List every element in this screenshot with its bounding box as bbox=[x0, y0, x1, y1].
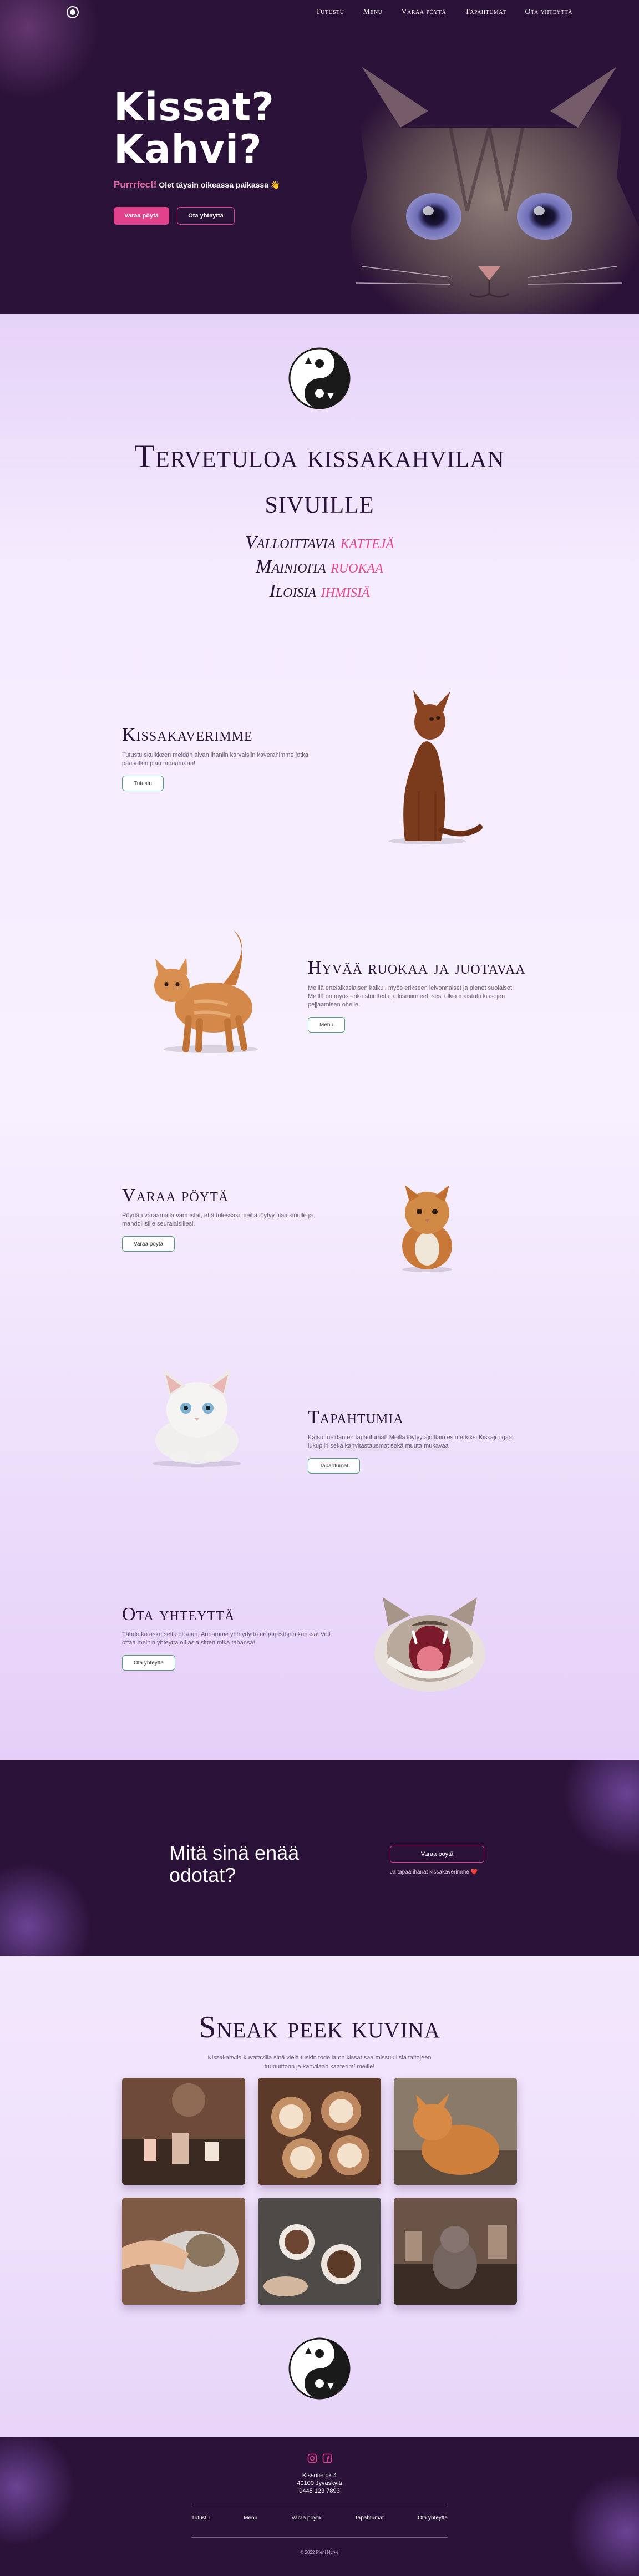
feature-ota-yhteytta: Ota yhteyttä Tähdotko asketselta olisaan… bbox=[122, 1604, 333, 1671]
hero-subtitle-highlight: Purrrfect! bbox=[114, 179, 157, 190]
welcome-tagline: Valloittavia kattejä Mainioita ruokaa Il… bbox=[0, 530, 639, 604]
copyright: © 2022 Pieni Nyrke bbox=[300, 2550, 339, 2555]
gallery-photo-latte-art[interactable] bbox=[258, 2078, 381, 2185]
hero-subtitle-rest: Olet täysin oikeassa paikassa 👋 bbox=[159, 180, 281, 189]
footer: Kissotie pk 4 40100 Jyväskylä 0445 123 7… bbox=[0, 2437, 639, 2576]
feature-title: Ota yhteyttä bbox=[122, 1604, 235, 1624]
feature-button-tapahtumat[interactable]: Tapahtumat bbox=[308, 1458, 361, 1474]
nav-link-varaa-poyta[interactable]: Varaa pöytä bbox=[401, 8, 446, 17]
top-nav: Tutustu Menu Varaa pöytä Tapahtumat Ota … bbox=[0, 0, 639, 24]
hero-text: Kissat? Kahvi? Purrrfect! Olet täysin oi… bbox=[114, 86, 280, 225]
hero-title: Kissat? Kahvi? bbox=[114, 86, 280, 170]
footer-link-tutustu[interactable]: Tutustu bbox=[191, 2515, 210, 2521]
nav-link-tapahtumat[interactable]: Tapahtumat bbox=[465, 8, 506, 17]
feature-text: Tähdotko asketselta olisaan, Annamme yht… bbox=[122, 1631, 331, 1646]
feature-title: Tapahtumia bbox=[308, 1407, 404, 1428]
cta-book-table-button[interactable]: Varaa pöytä bbox=[390, 1846, 484, 1863]
feature-title: Varaa pöytä bbox=[122, 1185, 229, 1206]
nav-link-menu[interactable]: Menu bbox=[363, 8, 382, 17]
feature-button-tutustu[interactable]: Tutustu bbox=[122, 776, 164, 791]
footer-link-varaa-poyta[interactable]: Varaa pöytä bbox=[291, 2515, 321, 2521]
feature-button-ota-yhteytta[interactable]: Ota yhteyttä bbox=[122, 1655, 175, 1671]
fluffy-orange-cat-image bbox=[402, 1185, 452, 1272]
footer-link-tapahtumat[interactable]: Tapahtumat bbox=[355, 2515, 384, 2521]
footer-link-menu[interactable]: Menu bbox=[244, 2515, 257, 2521]
tagline-line: Mainioita ruokaa bbox=[0, 555, 639, 579]
cta-title: Mitä sinä enää odotat? bbox=[169, 1842, 299, 1886]
hero-section: Kissat? Kahvi? Purrrfect! Olet täysin oi… bbox=[0, 0, 639, 314]
tagline-line: Valloittavia kattejä bbox=[0, 530, 639, 555]
gallery-description-line: tuunuittoon ja kahvilaan kaaterim! meill… bbox=[264, 2063, 375, 2070]
cta-title-line1: Mitä sinä enää bbox=[169, 1841, 300, 1864]
gallery-photo-coffee-table[interactable] bbox=[258, 2198, 381, 2305]
hero-buttons: Varaa pöytä Ota yhteyttä bbox=[114, 207, 280, 225]
feature-text: Tutustu skuikkeen meidän aivan ihaniin k… bbox=[122, 752, 308, 767]
gallery-description: Kissakahvila kuvatavilla sinä vielä tusk… bbox=[0, 2053, 639, 2071]
feature-button-menu[interactable]: Menu bbox=[308, 1017, 346, 1033]
hero-title-line1: Kissat? bbox=[114, 84, 275, 130]
cta-glow-left bbox=[0, 1860, 94, 1956]
cta-glow-right bbox=[560, 1760, 639, 1860]
social-links bbox=[307, 2453, 333, 2464]
tagline-highlight: ruokaa bbox=[331, 556, 383, 577]
feature-button-varaa-poyta[interactable]: Varaa pöytä bbox=[122, 1236, 175, 1252]
hero-title-line2: Kahvi? bbox=[114, 126, 262, 172]
address-line: 40100 Jyväskylä bbox=[297, 2480, 342, 2487]
phone-number: 0445 123 7893 bbox=[299, 2488, 340, 2494]
cta-section: Mitä sinä enää odotat? Varaa pöytä Ja ta… bbox=[0, 1760, 639, 1956]
hero-book-table-button[interactable]: Varaa pöytä bbox=[114, 207, 169, 225]
footer-link-ota-yhteytta[interactable]: Ota yhteyttä bbox=[418, 2515, 448, 2521]
gallery-photo-hand-petting-cat[interactable] bbox=[122, 2198, 245, 2305]
hero-cat-image bbox=[351, 55, 639, 314]
gallery-title: Sneak peek kuvina bbox=[199, 2010, 440, 2044]
ginger-cat-image bbox=[154, 930, 258, 1053]
tagline-highlight: ihmisiä bbox=[321, 581, 370, 601]
cta-title-line2: odotat? bbox=[169, 1864, 236, 1886]
cta-actions: Varaa pöytä Ja tapaa ihanat kissakaverim… bbox=[390, 1846, 484, 1875]
yawning-cat-image bbox=[374, 1597, 485, 1692]
logo-icon[interactable] bbox=[67, 6, 79, 18]
hero-subtitle: Purrrfect! Olet täysin oikeassa paikassa… bbox=[114, 179, 280, 190]
tagline-highlight: kattejä bbox=[340, 532, 394, 553]
feature-title: Kissakaverimme bbox=[122, 725, 253, 745]
cta-note: Ja tapaa ihanat kissakaverimme ❤️ bbox=[390, 1869, 478, 1875]
tagline-text: Iloisia bbox=[269, 581, 321, 601]
instagram-icon[interactable] bbox=[307, 2453, 318, 2464]
feature-kissakaverimme: Kissakaverimme Tutustu skuikkeen meidän … bbox=[122, 725, 333, 791]
footer-links: Tutustu Menu Varaa pöytä Tapahtumat Ota … bbox=[191, 2515, 448, 2521]
gallery-photo-cafe-cat[interactable] bbox=[394, 2198, 517, 2305]
feature-tapahtumia: Tapahtumia Katso meidän eri tapahtumat! … bbox=[308, 1407, 519, 1474]
gallery-photo-ginger-cat[interactable] bbox=[394, 2078, 517, 2185]
main-section: Tervetuloa kissakahvilan sivuille Valloi… bbox=[0, 314, 639, 1760]
welcome-title: Tervetuloa kissakahvilan sivuille bbox=[0, 433, 639, 524]
gallery-section: Sneak peek kuvina Kissakahvila kuvatavil… bbox=[0, 1956, 639, 2437]
white-kitten-image bbox=[153, 1368, 241, 1467]
gallery-description-line: Kissakahvila kuvatavilla sinä vielä tusk… bbox=[207, 2054, 432, 2061]
yin-yang-cat-logo-icon bbox=[288, 347, 351, 409]
feature-title: Hyvää ruokaa ja juotavaa bbox=[308, 958, 526, 978]
feature-text: Pöydän varaamalla varmistat, että tuless… bbox=[122, 1212, 313, 1227]
feature-text: Meillä ertelaikaslaisen kaikui, myös eri… bbox=[308, 985, 514, 1008]
welcome-title-line2: sivuille bbox=[265, 483, 374, 520]
feature-text: Katso meidän eri tapahtumat! Meillä löyt… bbox=[308, 1434, 514, 1449]
footer-address: Kissotie pk 4 40100 Jyväskylä 0445 123 7… bbox=[0, 2472, 639, 2495]
abyssinian-cat-image bbox=[388, 690, 483, 844]
tagline-line: Iloisia ihmisiä bbox=[0, 579, 639, 604]
feature-varaa-poyta: Varaa pöytä Pöydän varaamalla varmistat,… bbox=[122, 1185, 333, 1252]
gallery-photo-cafe-drinks[interactable] bbox=[122, 2078, 245, 2185]
welcome-title-line1: Tervetuloa kissakahvilan bbox=[134, 438, 505, 474]
address-line: Kissotie pk 4 bbox=[302, 2472, 337, 2479]
nav-link-ota-yhteytta[interactable]: Ota yhteyttä bbox=[525, 8, 572, 17]
footer-divider bbox=[191, 2537, 448, 2538]
tagline-text: Mainioita bbox=[256, 556, 331, 577]
yin-yang-cat-logo-bottom-icon bbox=[288, 2337, 351, 2400]
hero-contact-button[interactable]: Ota yhteyttä bbox=[177, 207, 235, 225]
facebook-icon[interactable] bbox=[322, 2453, 333, 2464]
nav-link-tutustu[interactable]: Tutustu bbox=[316, 8, 344, 17]
nav-links: Tutustu Menu Varaa pöytä Tapahtumat Ota … bbox=[316, 8, 572, 17]
tagline-text: Valloittavia bbox=[245, 532, 341, 553]
feature-ruokaa: Hyvää ruokaa ja juotavaa Meillä ertelaik… bbox=[308, 958, 526, 1033]
gallery-grid bbox=[122, 2078, 517, 2305]
